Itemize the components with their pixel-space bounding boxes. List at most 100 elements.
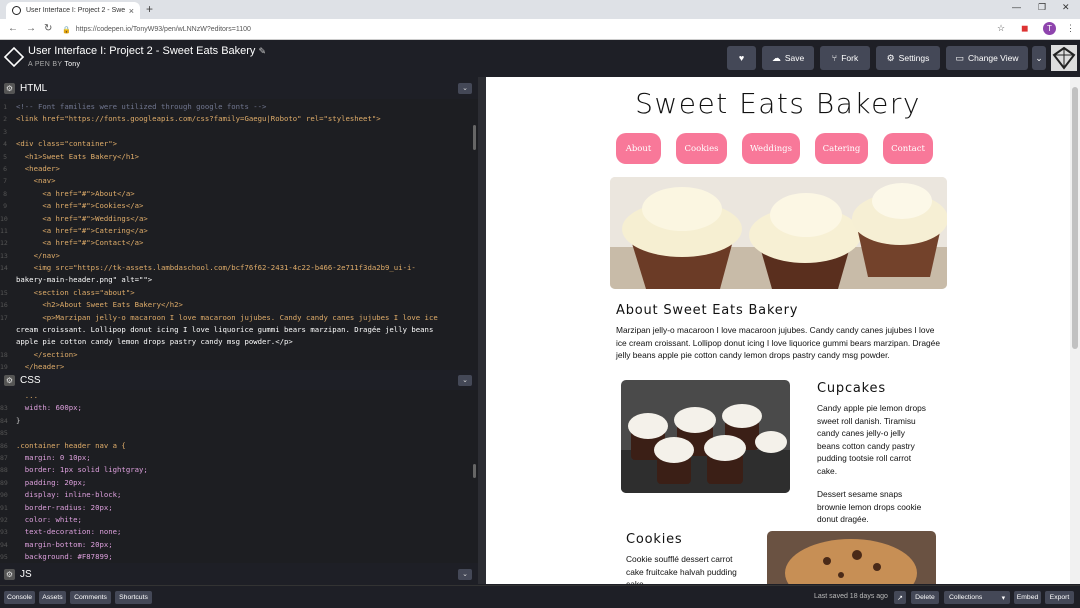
nav-link-cookies[interactable]: Cookies <box>676 133 727 164</box>
html-code-text: <div class="container"> <box>16 139 118 149</box>
cloud-icon: ☁ <box>771 52 781 63</box>
cookies-heading: Cookies <box>626 532 683 547</box>
html-code-line: 1 <!-- Font families were utilized throug… <box>0 101 478 113</box>
html-code-line: bakery-main-header.png" alt=""> <box>0 274 478 286</box>
html-line-number: 7 <box>3 177 7 186</box>
html-line-number: 19 <box>0 363 8 370</box>
nav-link-about[interactable]: About <box>616 133 661 164</box>
back-arrow-icon[interactable]: ← <box>8 23 18 34</box>
html-code-line: 8 <a href="#">About</a> <box>0 188 478 200</box>
css-code-text: background: #F87899; <box>16 552 113 562</box>
tab-close-icon[interactable]: × <box>129 6 134 16</box>
comments-button[interactable]: Comments <box>70 591 111 604</box>
bakery-header-image <box>610 177 947 289</box>
css-code-line: 86 .container header nav a { <box>0 440 478 452</box>
css-code-line: 85 <box>0 427 478 439</box>
reload-icon[interactable]: ↻ <box>44 23 52 34</box>
html-line-number: 13 <box>0 251 8 260</box>
css-line-number: 92 <box>0 515 8 524</box>
settings-button[interactable]: ⚙ Settings <box>876 46 940 70</box>
css-code-line: 93 text-decoration: none; <box>0 526 478 538</box>
html-line-number: 2 <box>3 115 7 124</box>
new-tab-button[interactable]: + <box>146 2 153 16</box>
pen-title[interactable]: User Interface I: Project 2 - Sweet Eats… <box>28 45 255 57</box>
css-code-text: border: 1px solid lightgray; <box>16 465 148 475</box>
html-code-text: <link href="https://fonts.googleapis.com… <box>16 114 381 124</box>
collections-button[interactable]: Collections ▾ <box>944 591 1010 604</box>
css-code-line: 91 border-radius: 20px; <box>0 502 478 514</box>
external-link-icon[interactable]: ↗ <box>894 591 906 604</box>
js-pane-header: ⚙ JS ⌄ <box>0 566 478 583</box>
author-link[interactable]: Tony <box>64 61 80 68</box>
nav-link-catering[interactable]: Catering <box>815 133 868 164</box>
html-code-line: 12 <a href="#">Contact</a> <box>0 237 478 249</box>
css-editor[interactable]: ... 83 width: 600px; 84} 85 86 .container hea… <box>0 390 478 563</box>
html-line-number: 17 <box>0 313 8 322</box>
pencil-icon[interactable]: ✎ <box>258 46 266 56</box>
browser-tab-bar: User Interface I: Project 2 - Swee × + —… <box>0 0 1080 19</box>
nav-link-contact[interactable]: Contact <box>883 133 933 164</box>
view-dropdown-button[interactable]: ⌄ <box>1032 46 1046 70</box>
css-editor-scrollbar[interactable] <box>473 464 476 478</box>
css-code-line: 88 border: 1px solid lightgray; <box>0 464 478 476</box>
preview-scrollbar[interactable] <box>1070 77 1080 584</box>
css-pane-chevron-icon[interactable]: ⌄ <box>458 375 472 386</box>
pen-title-wrap: User Interface I: Project 2 - Sweet Eats… <box>28 45 266 57</box>
css-line-number: 88 <box>0 466 8 475</box>
change-view-button[interactable]: ▭ Change View <box>946 46 1028 70</box>
minimize-icon[interactable]: — <box>1012 2 1021 12</box>
save-button[interactable]: ☁ Save <box>762 46 814 70</box>
nav-link-weddings[interactable]: Weddings <box>742 133 800 164</box>
html-settings-gear-icon[interactable]: ⚙ <box>4 83 15 94</box>
html-line-number: 12 <box>0 239 8 248</box>
preview-scroll-thumb[interactable] <box>1072 87 1078 349</box>
tab-title: User Interface I: Project 2 - Swee <box>26 7 125 14</box>
restore-icon[interactable]: ❐ <box>1038 2 1046 13</box>
collections-label: Collections <box>949 594 983 601</box>
forward-arrow-icon[interactable]: → <box>26 23 36 34</box>
css-pane-header: ⚙ CSS ⌄ <box>0 372 478 389</box>
js-pane-label: JS <box>20 569 32 580</box>
css-line-number: 93 <box>0 528 8 537</box>
html-code-text: </section> <box>16 349 78 359</box>
html-editor[interactable]: 1 <!-- Font families were utilized throug… <box>0 99 478 370</box>
html-line-number: 16 <box>0 301 8 310</box>
assets-button[interactable]: Assets <box>39 591 66 604</box>
html-editor-scrollbar[interactable] <box>473 125 476 150</box>
address-bar: ← → ↻ 🔒 https://codepen.io/TonyW93/pen/w… <box>0 19 1080 40</box>
browser-tab[interactable]: User Interface I: Project 2 - Swee × <box>6 2 140 19</box>
html-code-text: cream croissant. Lollipop donut icing I … <box>16 325 434 335</box>
codepen-logo-icon[interactable] <box>3 46 25 68</box>
export-button[interactable]: Export <box>1045 591 1074 604</box>
settings-label: Settings <box>898 53 930 63</box>
chevron-down-icon: ⌄ <box>1035 52 1043 63</box>
html-pane-chevron-icon[interactable]: ⌄ <box>458 83 472 94</box>
html-code-line: 10 <a href="#">Weddings</a> <box>0 213 478 225</box>
profile-avatar[interactable]: T <box>1043 22 1056 35</box>
user-avatar-icon[interactable] <box>1051 45 1077 71</box>
bookmark-star-icon[interactable]: ☆ <box>997 23 1005 34</box>
heart-button[interactable]: ♥ <box>727 46 756 70</box>
browser-menu-icon[interactable]: ⋮ <box>1066 23 1075 34</box>
close-window-icon[interactable]: ✕ <box>1062 2 1070 13</box>
js-settings-gear-icon[interactable]: ⚙ <box>4 569 15 580</box>
html-code-text: <nav> <box>16 176 56 186</box>
console-button[interactable]: Console <box>4 591 35 604</box>
pane-resizer[interactable] <box>478 77 486 584</box>
css-code-text: margin-bottom: 20px; <box>16 539 113 549</box>
html-pane-header: ⚙ HTML ⌄ <box>0 80 478 97</box>
shortcuts-button[interactable]: Shortcuts <box>115 591 152 604</box>
url-field[interactable]: 🔒 https://codepen.io/TonyW93/pen/wLNNzW?… <box>62 22 1012 37</box>
fork-button[interactable]: ⑂ Fork <box>820 46 870 70</box>
cookies-text: Cookie soufflé dessert carrot cake fruit… <box>626 554 737 584</box>
embed-button[interactable]: Embed <box>1014 591 1041 604</box>
css-code-text: display: inline-block; <box>16 490 122 500</box>
delete-button[interactable]: Delete <box>911 591 939 604</box>
html-code-line: 9 <a href="#">Cookies</a> <box>0 200 478 212</box>
change-view-label: Change View <box>968 53 1019 63</box>
css-settings-gear-icon[interactable]: ⚙ <box>4 375 15 386</box>
cookies-image <box>767 531 936 584</box>
js-pane-chevron-icon[interactable]: ⌄ <box>458 569 472 580</box>
extension-icon[interactable]: ◼ <box>1021 23 1028 34</box>
css-code-line: 89 padding: 20px; <box>0 477 478 489</box>
